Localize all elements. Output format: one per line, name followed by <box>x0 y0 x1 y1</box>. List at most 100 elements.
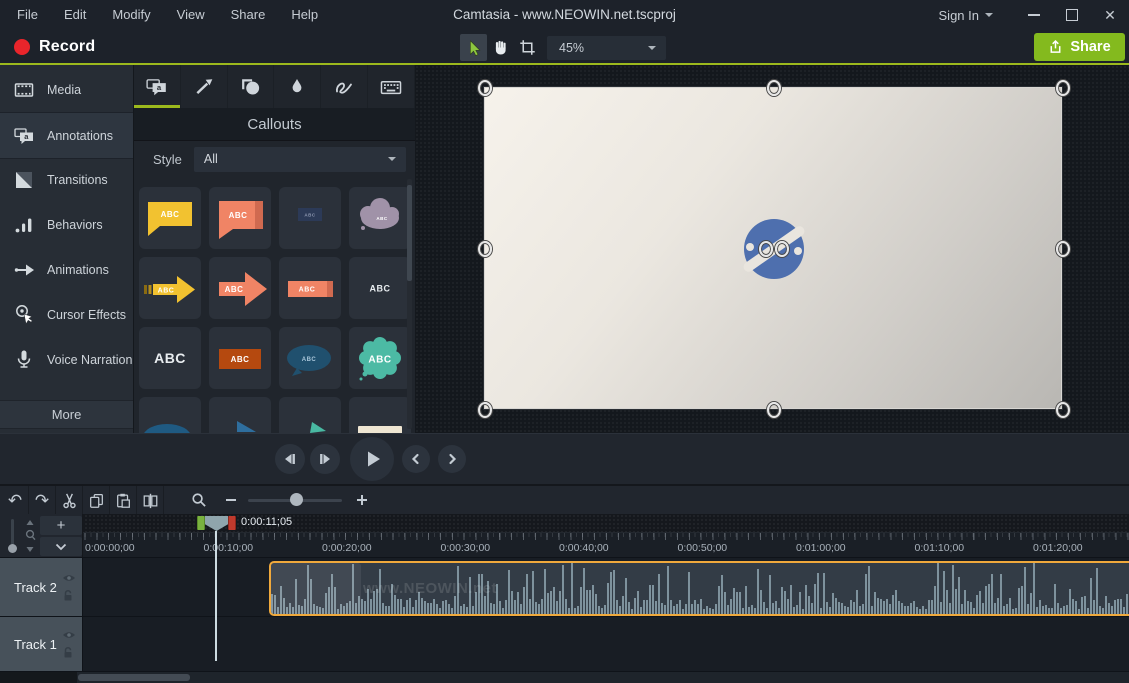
menu-item-share[interactable]: Share <box>218 0 279 30</box>
sidebar-item-cursor-effects[interactable]: Cursor Effects <box>0 292 133 337</box>
collapse-tracks-button[interactable] <box>40 537 82 556</box>
cut-button[interactable] <box>56 486 83 514</box>
record-button[interactable]: Record <box>8 30 101 63</box>
track-2-lane[interactable]: www.NEOWIN.net <box>83 558 1129 616</box>
style-dropdown[interactable]: All <box>194 147 406 172</box>
anchor-handle-left[interactable] <box>759 241 773 257</box>
callout-tile-arrow-salmon[interactable]: ABC <box>209 257 271 319</box>
callout-tile-rect-navy[interactable]: ABC <box>279 187 341 249</box>
maximize-button[interactable] <box>1053 0 1091 30</box>
callout-tile-speech-yellow[interactable]: ABC <box>139 187 201 249</box>
sidebar: MediaaAnnotationsTransitionsBehaviorsAni… <box>0 65 133 433</box>
sidebar-more-button[interactable]: More <box>0 400 133 429</box>
callout-tile-partial-bar[interactable] <box>349 397 411 433</box>
callout-tile-scallop-teal[interactable]: ABC <box>349 327 411 389</box>
timeline-zoom-slider-knob[interactable] <box>290 493 303 506</box>
tab-keystroke[interactable] <box>368 65 415 108</box>
callout-tile-partial-ellipse[interactable] <box>139 397 201 433</box>
share-button[interactable]: Share <box>1034 33 1125 61</box>
undo-button[interactable]: ↶ <box>2 486 29 514</box>
split-button[interactable] <box>137 486 164 514</box>
resize-handle-nw[interactable] <box>478 80 492 96</box>
step-backward-button[interactable] <box>275 444 305 474</box>
resize-handle-s[interactable] <box>767 402 781 418</box>
track-lock-toggle[interactable] <box>62 646 76 659</box>
resize-handle-ne[interactable] <box>1056 80 1070 96</box>
track-visibility-toggle[interactable] <box>62 630 76 640</box>
resize-handle-sw[interactable] <box>478 402 492 418</box>
timeline-ruler[interactable]: 0:00:00;000:00:10;000:00:20;000:00:30;00… <box>0 532 1129 557</box>
callout-tile-cloud[interactable]: ABC <box>349 187 411 249</box>
pan-tool-button[interactable] <box>487 34 514 61</box>
tab-shapes[interactable] <box>228 65 275 108</box>
audio-clip[interactable]: www.NEOWIN.net <box>269 561 1129 616</box>
next-clip-button[interactable] <box>438 445 466 473</box>
ruler-label: 0:00:10;00 <box>204 542 254 554</box>
callout-tile-rect-rust[interactable]: ABC <box>209 327 271 389</box>
track-lock-toggle[interactable] <box>62 589 76 602</box>
redo-button[interactable]: ↷ <box>29 486 56 514</box>
sign-in-button[interactable]: Sign In <box>939 8 993 23</box>
track-header-track-1[interactable]: Track 1 <box>0 617 82 671</box>
tab-blur-highlight[interactable] <box>274 65 321 108</box>
resize-handle-e[interactable] <box>1056 241 1070 257</box>
callout-tile-ellipse-blue[interactable]: ABC <box>279 327 341 389</box>
callout-tile-arrow-yellow[interactable]: ABC <box>139 257 201 319</box>
tab-arrows-lines[interactable] <box>181 65 228 108</box>
callout-tile-rect-salmon[interactable]: ABC <box>279 257 341 319</box>
previous-clip-button[interactable] <box>402 445 430 473</box>
track-visibility-toggle[interactable] <box>62 573 76 583</box>
timeline-zoom-button[interactable] <box>186 486 212 514</box>
menu-item-edit[interactable]: Edit <box>51 0 99 30</box>
timeline-zoom-in-button[interactable] <box>351 486 373 514</box>
sketch-motion-tab-icon <box>334 78 354 96</box>
play-button[interactable] <box>350 437 394 481</box>
tab-sketch-motion[interactable] <box>321 65 368 108</box>
callout-tile-partial-triangle2[interactable] <box>279 397 341 433</box>
timeline-hscrollbar[interactable] <box>0 672 1129 683</box>
resize-handle-w[interactable] <box>478 241 492 257</box>
track-1-lane[interactable] <box>83 617 1129 671</box>
callout-tile-text-large[interactable]: ABC <box>139 327 201 389</box>
resize-handle-n[interactable] <box>767 80 781 96</box>
step-forward-button[interactable] <box>310 444 340 474</box>
playhead-line[interactable] <box>215 531 217 661</box>
paste-button[interactable] <box>110 486 137 514</box>
callouts-tab-icon: a <box>146 78 168 96</box>
sidebar-item-behaviors[interactable]: Behaviors <box>0 202 133 247</box>
selection-in-handle[interactable] <box>197 516 205 530</box>
copy-button[interactable] <box>83 486 110 514</box>
callout-tile-partial-triangle[interactable] <box>209 397 271 433</box>
anchor-handle-right[interactable] <box>775 241 789 257</box>
select-tool-button[interactable] <box>460 34 487 61</box>
minimize-button[interactable] <box>1015 0 1053 30</box>
sidebar-item-voice-narration[interactable]: Voice Narration <box>0 337 133 382</box>
playhead-marker[interactable] <box>205 516 228 531</box>
canvas[interactable] <box>415 65 1129 433</box>
timeline-zoom-out-button[interactable] <box>220 486 242 514</box>
tab-callouts[interactable]: a <box>134 65 181 108</box>
menu-item-modify[interactable]: Modify <box>99 0 163 30</box>
track-height-slider-knob[interactable] <box>8 544 17 553</box>
preview-media[interactable] <box>484 87 1062 409</box>
timeline-header-strip[interactable]: 0:00:11;05 <box>0 514 1129 532</box>
sidebar-item-media[interactable]: Media <box>0 67 133 112</box>
track-header-track-2[interactable]: Track 2 <box>0 558 82 616</box>
selection-out-handle[interactable] <box>228 516 236 530</box>
animations-icon <box>14 260 34 280</box>
menu-item-view[interactable]: View <box>164 0 218 30</box>
sidebar-item-transitions[interactable]: Transitions <box>0 157 133 202</box>
callout-tile-speech-fold[interactable]: ABC <box>209 187 271 249</box>
callout-tile-text-small[interactable]: ABC <box>349 257 411 319</box>
hscrollbar-thumb[interactable] <box>78 674 190 681</box>
crop-tool-button[interactable] <box>514 34 541 61</box>
sidebar-item-annotations[interactable]: aAnnotations <box>0 112 133 159</box>
sidebar-item-animations[interactable]: Animations <box>0 247 133 292</box>
panel-scrollbar-thumb[interactable] <box>407 185 412 281</box>
add-track-button[interactable]: + <box>40 516 82 535</box>
menu-item-file[interactable]: File <box>4 0 51 30</box>
close-button[interactable]: ✕ <box>1091 0 1129 30</box>
menu-item-help[interactable]: Help <box>278 0 331 30</box>
canvas-zoom-dropdown[interactable]: 45% <box>547 36 666 60</box>
resize-handle-se[interactable] <box>1056 402 1070 418</box>
